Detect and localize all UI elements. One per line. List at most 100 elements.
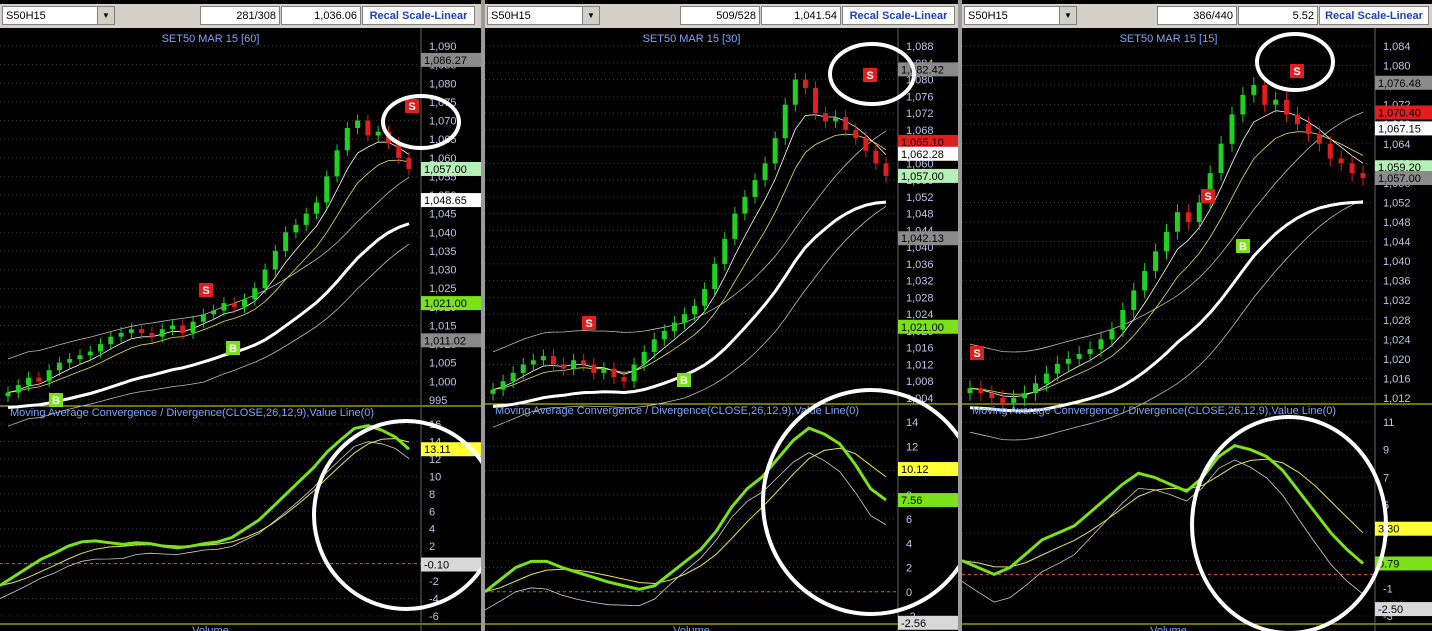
chevron-down-icon[interactable]: ▼ [1059,7,1076,24]
price-value-text: 1,067.15 [1378,123,1421,135]
panel-toolbar: S50H15 ▼ 281/308 1,036.06 Recal Scale-Lin… [0,4,481,28]
price-tick-label: 1,030 [429,265,457,277]
candle-body [722,238,728,264]
candle-body [1262,85,1268,105]
price-tick-label: 1,032 [1383,295,1411,307]
bar-counter: 509/528 [680,6,760,25]
symbol-value: S50H15 [491,10,531,22]
candle-body [978,388,984,394]
price-value-label: 1,070.40 [1375,105,1432,120]
candle-body [26,377,32,386]
macd-tick-label: 11 [1383,417,1394,429]
price-value-label: 1,086.27 [421,52,481,67]
candle-body [1174,212,1180,232]
price-tick-label: 1,048 [906,209,934,221]
candle-body [561,364,567,369]
macd-tick-label: 7 [1383,472,1389,484]
price-tick-label: 1,084 [1383,41,1411,53]
candle-body [1065,358,1071,364]
candle-body [823,113,829,122]
chart-title: SET50 MAR 15 [15] [1120,33,1218,45]
price-tick-label: 1,064 [1383,139,1411,151]
price-value-label: 1,082.42 [898,62,958,77]
signal-marker: S [405,99,419,113]
symbol-select[interactable]: S50H15 ▼ [487,6,600,25]
macd-value-label: 10.12 [898,462,958,477]
candle-body [802,79,808,88]
volume-pane-label: Volume [673,625,710,631]
candle-body [118,332,124,337]
candle-body [792,79,798,105]
symbol-select[interactable]: S50H15 ▼ [964,6,1077,25]
macd-value-text: 7.56 [901,495,922,507]
candle-body [1087,349,1093,354]
candle-body [1360,173,1366,178]
candle-body [406,157,412,169]
chevron-down-icon[interactable]: ▼ [582,7,599,24]
bar-counter: 281/308 [200,6,280,25]
candle-body [128,329,134,333]
symbol-select[interactable]: S50H15 ▼ [2,6,115,25]
price-value-text: 1,021.00 [901,322,944,334]
price-tick-label: 1,012 [906,359,934,371]
signal-marker: S [582,316,596,330]
price-value-label: 1,057.00 [898,168,958,183]
candle-body [1251,85,1257,95]
macd-tick-label: -6 [429,611,439,623]
candle-body [742,196,748,214]
candle-body [1033,383,1038,394]
candle-body [812,87,818,114]
candle-body [989,393,995,398]
candle-body [1131,290,1137,310]
price-tick-label: 1,088 [906,41,934,53]
price-value-label: 1,067.15 [1375,121,1432,136]
signal-label: B [1239,241,1247,253]
macd-tick-label: -2 [429,576,439,588]
price-tick-label: 1,025 [429,283,457,295]
macd-value-text: 3.30 [1378,524,1399,536]
macd-tick-label: 2 [429,541,435,553]
candle-body [211,310,217,315]
signal-marker: B [226,341,240,355]
candle-body [108,336,114,345]
signal-marker: B [1236,239,1250,253]
signal-marker: S [199,283,213,297]
candle-body [873,150,879,164]
chevron-down-icon[interactable]: ▼ [97,7,114,24]
candle-body [272,250,278,270]
signal-label: S [408,101,415,113]
macd-value-text: 13.11 [424,444,451,456]
signal-marker: S [863,68,877,82]
signal-marker: S [970,346,984,360]
candle-body [1305,124,1311,134]
candle-body [631,364,637,382]
price-tick-label: 1,000 [429,376,457,388]
macd-title: Moving Average Convergence / Divergence(… [972,405,1336,417]
candle-body [1218,143,1224,174]
price-tick-label: 1,072 [906,108,934,120]
candle-body [1273,99,1279,105]
chart-svg: SET50 MAR 15 [15]1,0841,0801,0761,0721,0… [962,28,1432,631]
candle-body [1120,310,1126,330]
candle-body [661,330,667,340]
candle-body [98,344,104,352]
candle-body [540,356,546,361]
signal-marker: S [1290,64,1304,78]
macd-value-text: -2.50 [1378,604,1403,616]
macd-tick-label: 8 [429,489,435,501]
macd-value-label: 3.30 [1375,521,1432,536]
price-value-text: 1,057.00 [1378,173,1421,185]
price-tick-label: 1,012 [1383,393,1411,405]
candle-body [1196,202,1202,222]
candle-body [355,120,361,128]
price-tick-label: 1,080 [429,78,457,90]
candle-body [252,288,258,300]
recal-scale-button[interactable]: Recal Scale-Linear [362,6,475,25]
candle-body [1240,94,1246,115]
signal-label: S [973,348,980,360]
candle-body [365,120,371,136]
candle-body [334,150,340,177]
recal-scale-button[interactable]: Recal Scale-Linear [1319,6,1429,25]
recal-scale-button[interactable]: Recal Scale-Linear [842,6,955,25]
macd-tick-label: 0 [906,587,912,599]
